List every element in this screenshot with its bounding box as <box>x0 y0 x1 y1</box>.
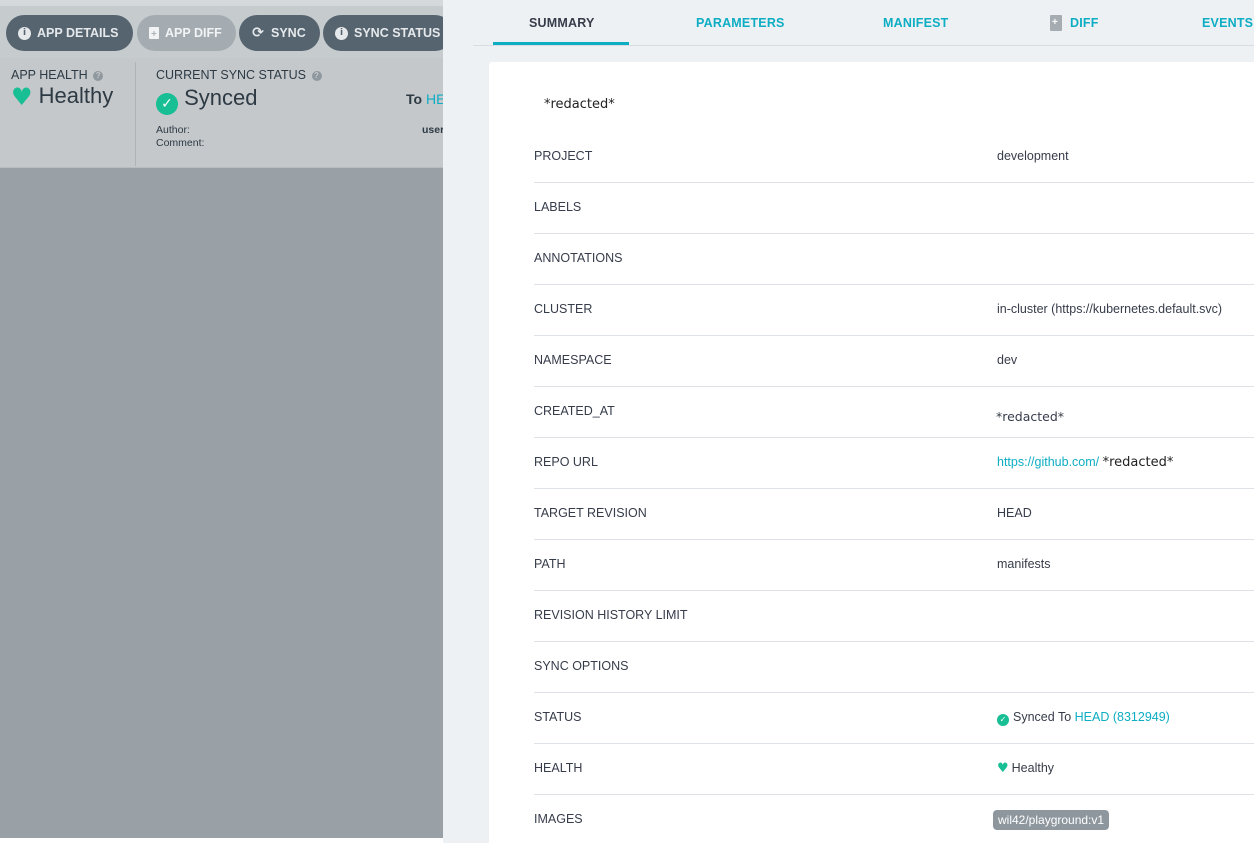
summary-row-labels: LABELS <box>534 183 1254 234</box>
summary-row-images: IMAGES wil42/playground:v1 <box>534 795 1254 843</box>
labels-label: LABELS <box>534 200 582 214</box>
app-details-label: APP DETAILS <box>37 26 119 40</box>
namespace-value: dev <box>997 353 1018 367</box>
help-icon[interactable]: ? <box>311 71 322 81</box>
path-value: manifests <box>997 557 1051 571</box>
summary-row-project: PROJECT development <box>534 132 1254 183</box>
author-value: user <box>422 124 443 136</box>
project-label: PROJECT <box>534 149 593 163</box>
app-diff-label: APP DIFF <box>165 26 222 40</box>
sync-status-label: SYNC STATUS <box>354 26 441 40</box>
app-diff-button[interactable]: + APP DIFF <box>137 15 236 51</box>
sync-status-button[interactable]: i SYNC STATUS <box>323 15 443 51</box>
file-diff-icon: + <box>149 27 159 39</box>
check-circle-icon: ✓ <box>997 713 1009 726</box>
sync-status-value: ✓ Synced <box>156 85 258 115</box>
images-value: wil42/playground:v1 <box>993 810 1110 830</box>
created-at-label: CREATED_AT <box>534 404 615 418</box>
repo-url-link[interactable]: https://github.com/ <box>997 455 1099 469</box>
health-value: ♥ Healthy <box>997 761 1054 776</box>
app-health-label: APP HEALTH ? <box>11 68 104 82</box>
cluster-label: CLUSTER <box>534 302 593 316</box>
background-app: i APP DETAILS + APP DIFF ⟳ SYNC i SYNC S… <box>0 0 443 838</box>
summary-row-path: PATH manifests <box>534 540 1254 591</box>
summary-row-target-revision: TARGET REVISION HEAD <box>534 489 1254 540</box>
annotations-label: ANNOTATIONS <box>534 251 623 265</box>
summary-row-created-at: CREATED_AT *redacted* <box>534 387 1254 438</box>
sync-label: SYNC <box>271 26 306 40</box>
images-label: IMAGES <box>534 812 583 826</box>
sync-target-link[interactable]: HE <box>426 91 443 107</box>
app-toolbar: i APP DETAILS + APP DIFF ⟳ SYNC i SYNC S… <box>0 0 443 58</box>
panel-tabs: SUMMARY PARAMETERS MANIFEST DIFF EVENTS <box>473 0 1254 46</box>
app-root: i APP DETAILS + APP DIFF ⟳ SYNC i SYNC S… <box>0 0 1254 843</box>
app-name-title: *redacted* <box>544 97 615 112</box>
comment-label: Comment: <box>156 137 205 149</box>
status-revision-link[interactable]: HEAD (8312949) <box>1075 710 1170 724</box>
author-label: Author: <box>156 124 190 136</box>
repo-url-redacted: *redacted* <box>1102 455 1174 470</box>
summary-row-repo-url: REPO URL https://github.com/ *redacted* <box>534 438 1254 489</box>
summary-row-health: HEALTH ♥ Healthy <box>534 744 1254 795</box>
sync-target: To HE <box>406 91 443 107</box>
status-label: STATUS <box>534 710 582 724</box>
target-revision-label: TARGET REVISION <box>534 506 647 520</box>
sync-status-label: CURRENT SYNC STATUS ? <box>156 68 322 82</box>
path-label: PATH <box>534 557 566 571</box>
help-icon[interactable]: ? <box>93 71 104 81</box>
info-icon: i <box>18 26 31 40</box>
health-text: Healthy <box>1011 761 1055 775</box>
project-link[interactable]: development <box>997 149 1069 163</box>
sync-icon: ⟳ <box>252 25 264 41</box>
summary-card: *redacted* PROJECT development LABELS AN… <box>489 62 1254 843</box>
summary-row-cluster: CLUSTER in-cluster (https://kubernetes.d… <box>534 285 1254 336</box>
revision-history-label: REVISION HISTORY LIMIT <box>534 608 688 622</box>
status-divider <box>135 62 136 166</box>
cluster-value: in-cluster (https://kubernetes.default.s… <box>997 302 1223 316</box>
tab-summary[interactable]: SUMMARY <box>529 0 595 46</box>
status-text: Synced To <box>1013 710 1072 724</box>
image-tag: wil42/playground:v1 <box>993 810 1110 830</box>
check-circle-icon: ✓ <box>156 93 178 115</box>
app-details-button[interactable]: i APP DETAILS <box>6 15 133 51</box>
health-label: HEALTH <box>534 761 583 775</box>
summary-row-revision-history: REVISION HISTORY LIMIT <box>534 591 1254 642</box>
tab-diff[interactable]: DIFF <box>1050 0 1099 46</box>
tab-manifest[interactable]: MANIFEST <box>883 0 949 46</box>
target-revision-link[interactable]: HEAD <box>997 506 1032 520</box>
summary-row-annotations: ANNOTATIONS <box>534 234 1254 285</box>
summary-row-sync-options: SYNC OPTIONS <box>534 642 1254 693</box>
namespace-label: NAMESPACE <box>534 353 612 367</box>
info-icon: i <box>335 26 348 40</box>
active-tab-indicator <box>493 42 629 45</box>
heart-icon: ♥ <box>11 83 33 111</box>
repo-url-label: REPO URL <box>534 455 598 469</box>
status-bar: APP HEALTH ? ♥ Healthy CURRENT SYNC STAT… <box>0 58 443 168</box>
heart-icon: ♥ <box>997 761 1009 776</box>
app-health-value: ♥ Healthy <box>11 83 114 111</box>
sync-options-label: SYNC OPTIONS <box>534 659 629 673</box>
tab-events[interactable]: EVENTS <box>1202 0 1253 46</box>
tab-diff-label: DIFF <box>1070 16 1099 30</box>
status-value: ✓ Synced To HEAD (8312949) <box>997 710 1170 726</box>
details-panel: SUMMARY PARAMETERS MANIFEST DIFF EVENTS … <box>443 0 1254 843</box>
created-at-value: *redacted* <box>996 409 1065 424</box>
tab-parameters[interactable]: PARAMETERS <box>696 0 785 46</box>
summary-row-status: STATUS ✓ Synced To HEAD (8312949) <box>534 693 1254 744</box>
sync-button[interactable]: ⟳ SYNC <box>239 15 320 51</box>
summary-row-namespace: NAMESPACE dev <box>534 336 1254 387</box>
repo-url-value: https://github.com/ *redacted* <box>997 455 1173 470</box>
file-diff-icon <box>1050 15 1062 31</box>
